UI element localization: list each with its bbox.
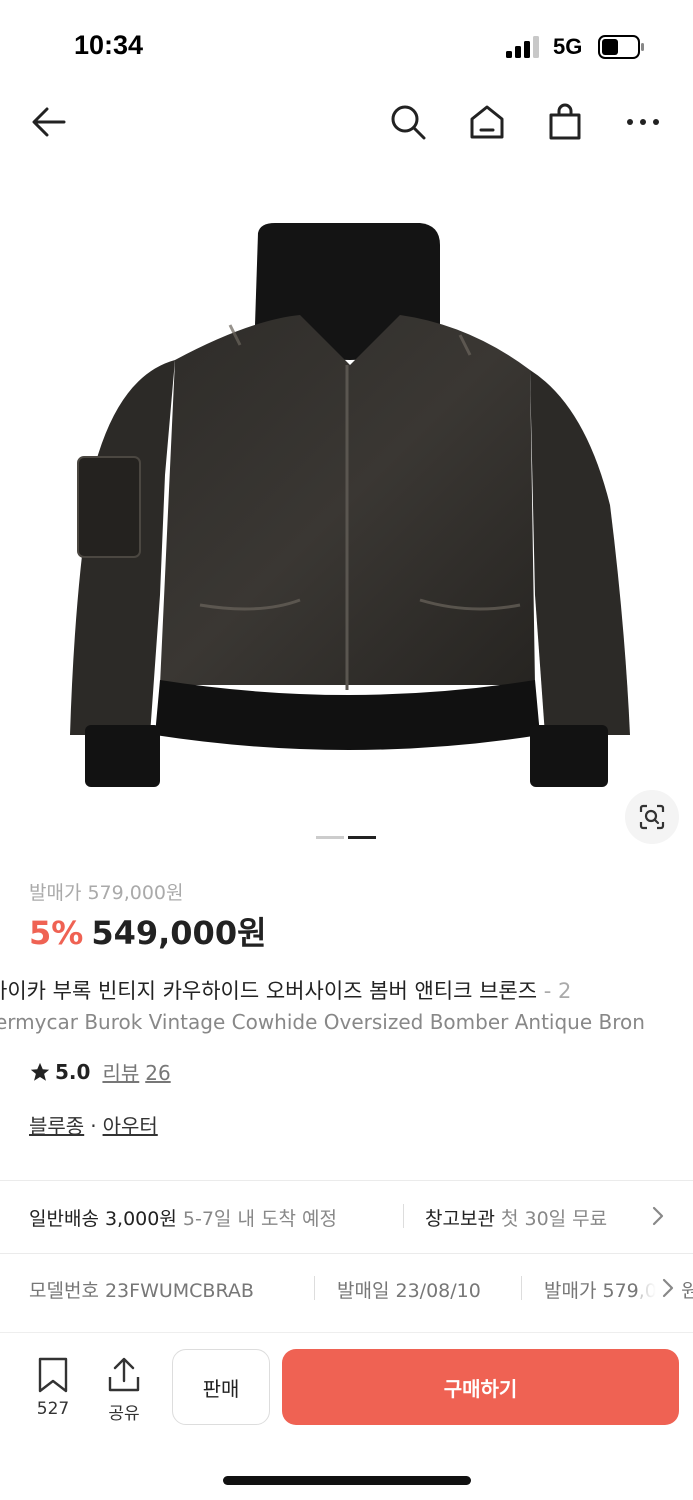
review-link[interactable]: 리뷰 26 xyxy=(102,1057,176,1086)
back-button[interactable] xyxy=(24,92,74,152)
divider xyxy=(314,1276,315,1300)
release-date-label: 발매일 xyxy=(337,1280,390,1302)
home-button[interactable] xyxy=(462,92,512,152)
battery-icon xyxy=(598,35,644,59)
chevron-right-icon xyxy=(662,1278,674,1298)
release-date-value: 23/08/10 xyxy=(395,1280,481,1302)
search-icon xyxy=(391,105,426,140)
pager-dot[interactable] xyxy=(316,836,344,839)
category-link-outer[interactable]: 아우터 xyxy=(103,1114,158,1138)
status-bar: 10:34 5G xyxy=(0,0,693,90)
home-icon xyxy=(470,105,504,139)
release-price-label: 발매가 xyxy=(29,882,82,904)
release-price: 발매가 579,000원 xyxy=(29,878,190,905)
category-breadcrumb: 블루종 · 아우터 xyxy=(29,1110,158,1139)
lens-search-icon xyxy=(639,804,665,830)
signal-icon xyxy=(506,36,539,58)
model-value: 23FWUMCBRAB xyxy=(104,1280,254,1302)
shipping-fee: 3,000원 xyxy=(104,1208,177,1230)
share-button[interactable]: 공유 xyxy=(99,1357,149,1424)
sell-button[interactable]: 판매 xyxy=(172,1349,270,1425)
meta-more-button[interactable] xyxy=(640,1274,680,1302)
product-name-ko-text: 마이카 부록 빈티지 카우하이드 오버사이즈 봄버 앤티크 브론즈 xyxy=(0,979,538,1003)
product-name-en: ermycar Burok Vintage Cowhide Oversized … xyxy=(0,1010,693,1034)
shipping-more-button[interactable] xyxy=(646,1202,670,1230)
pager-dot-active[interactable] xyxy=(348,836,376,839)
rating-score: 5.0 xyxy=(55,1059,91,1084)
shipping-info-row[interactable]: 일반배송 3,000원 5-7일 내 도착 예정 창고보관 첫 30일 무료 xyxy=(0,1182,693,1252)
more-dots-icon xyxy=(627,119,659,125)
bottom-action-bar: 527 공유 판매 구매하기 xyxy=(0,1332,693,1440)
star-icon xyxy=(30,1062,50,1081)
arrow-left-icon xyxy=(32,107,66,137)
status-time: 10:34 xyxy=(74,30,144,60)
review-label: 리뷰 xyxy=(102,1061,140,1085)
current-price: 549,000원 xyxy=(91,914,267,952)
shopping-bag-icon xyxy=(549,103,581,140)
product-name-ko-tail: - 2 xyxy=(537,979,572,1003)
buy-button[interactable]: 구매하기 xyxy=(282,1349,679,1425)
bookmark-icon xyxy=(38,1357,68,1393)
price-row: 5% 549,000원 xyxy=(29,908,267,954)
bag-button[interactable] xyxy=(540,92,590,152)
share-label: 공유 xyxy=(108,1404,140,1424)
release-price-value: 579,000원 xyxy=(87,882,184,904)
meta-release-price-label: 발매가 xyxy=(544,1280,597,1302)
shipping-eta: 5-7일 내 도착 예정 xyxy=(182,1208,337,1230)
category-separator: · xyxy=(90,1114,97,1138)
bookmark-count: 527 xyxy=(36,1399,70,1419)
divider xyxy=(0,1253,693,1254)
discount-rate: 5% xyxy=(29,914,84,952)
review-count: 26 xyxy=(145,1061,171,1085)
shipping-standard: 일반배송 3,000원 5-7일 내 도착 예정 xyxy=(29,1204,337,1231)
search-button[interactable] xyxy=(383,92,433,152)
bookmark-button[interactable]: 527 xyxy=(28,1357,78,1419)
more-button[interactable] xyxy=(618,92,668,152)
top-nav xyxy=(0,92,693,154)
shipping-method: 일반배송 xyxy=(29,1208,99,1230)
rating: 5.0 리뷰 26 xyxy=(29,1057,177,1086)
model-number: 모델번호 23FWUMCBRAB xyxy=(29,1276,254,1303)
storage-value: 첫 30일 무료 xyxy=(500,1208,608,1230)
release-date: 발매일 23/08/10 xyxy=(337,1276,481,1303)
category-link-blouson[interactable]: 블루종 xyxy=(29,1114,84,1138)
model-label: 모델번호 xyxy=(29,1280,99,1302)
product-name-ko: 마이카 부록 빈티지 카우하이드 오버사이즈 봄버 앤티크 브론즈 - 2 xyxy=(0,975,693,1005)
home-indicator[interactable] xyxy=(223,1476,471,1485)
image-pager xyxy=(316,836,378,840)
storage-label: 창고보관 xyxy=(425,1208,495,1230)
divider xyxy=(403,1204,404,1228)
chevron-right-icon xyxy=(652,1206,664,1226)
product-meta-row[interactable]: 모델번호 23FWUMCBRAB 발매일 23/08/10 발매가 579,00… xyxy=(0,1256,693,1324)
product-image[interactable] xyxy=(0,175,693,825)
network-type: 5G xyxy=(553,34,583,59)
share-icon xyxy=(108,1357,140,1392)
divider xyxy=(0,1180,693,1181)
product-name-en-text: ermycar Burok Vintage Cowhide Oversized … xyxy=(0,1010,645,1034)
image-search-button[interactable] xyxy=(625,790,679,844)
divider xyxy=(521,1276,522,1300)
warehouse-storage: 창고보관 첫 30일 무료 xyxy=(425,1204,607,1231)
